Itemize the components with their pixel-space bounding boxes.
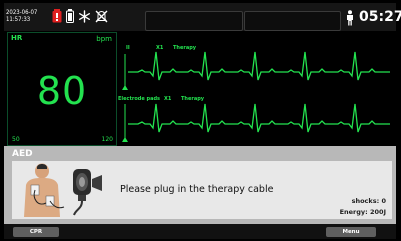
cpr-button[interactable]: CPR xyxy=(13,227,59,237)
hr-alarm-low: 50 xyxy=(12,136,20,143)
wave-1-trace xyxy=(128,51,390,81)
cable-plug-icon xyxy=(73,169,102,216)
softkey-bar: CPR Menu xyxy=(4,224,396,239)
therapy-cable-illustration-icon xyxy=(24,163,102,217)
date-time: 2023-06-07 11:57:33 xyxy=(6,9,37,23)
hr-parameter-box[interactable]: HR bpm 80 50 120 xyxy=(7,32,117,146)
date-text: 2023-06-07 xyxy=(6,9,38,16)
hr-label: HR xyxy=(11,34,23,42)
monitor-screen: 2023-06-07 11:57:33 05:27 HR bpm 80 50 1… xyxy=(4,3,401,239)
wave-1-scale-marker xyxy=(122,54,128,90)
monitor-area: HR bpm 80 50 120 II X1 Therapy Electrode… xyxy=(4,31,396,147)
waveform-area: II X1 Therapy Electrode pads X1 Therapy xyxy=(118,32,395,146)
energy-level: Energy: 200J xyxy=(339,208,386,216)
hr-unit: bpm xyxy=(96,35,112,43)
wave-2-trace xyxy=(128,103,390,133)
wave-2-scale-marker xyxy=(122,104,128,142)
hr-value: 80 xyxy=(36,69,88,113)
hr-alarm-high: 120 xyxy=(101,136,113,143)
aed-prompt-area: Please plug in the therapy cable shocks:… xyxy=(12,161,392,219)
patient-torso-icon xyxy=(24,163,65,217)
status-bar: 2023-06-07 11:57:33 05:27 xyxy=(4,3,401,31)
time-text: 11:57:33 xyxy=(6,16,31,23)
battery-icon xyxy=(66,9,74,23)
person-icon xyxy=(347,10,353,26)
status-icons xyxy=(52,8,108,24)
battery-alert-icon xyxy=(52,9,62,23)
status-message-slot-2 xyxy=(244,11,341,31)
clock: 05:27 xyxy=(359,9,401,25)
aed-panel: AED Please plug in the therapy cable sho… xyxy=(4,146,396,224)
aed-prompt-message: Please plug in the therapy cable xyxy=(120,184,274,195)
alarm-off-icon xyxy=(95,10,108,22)
ecg-waveforms xyxy=(122,51,390,142)
status-message-slot-1 xyxy=(145,11,243,31)
aed-title: AED xyxy=(12,149,33,159)
menu-button[interactable]: Menu xyxy=(326,227,376,237)
snowflake-icon xyxy=(79,9,91,23)
shock-count: shocks: 0 xyxy=(351,197,386,205)
